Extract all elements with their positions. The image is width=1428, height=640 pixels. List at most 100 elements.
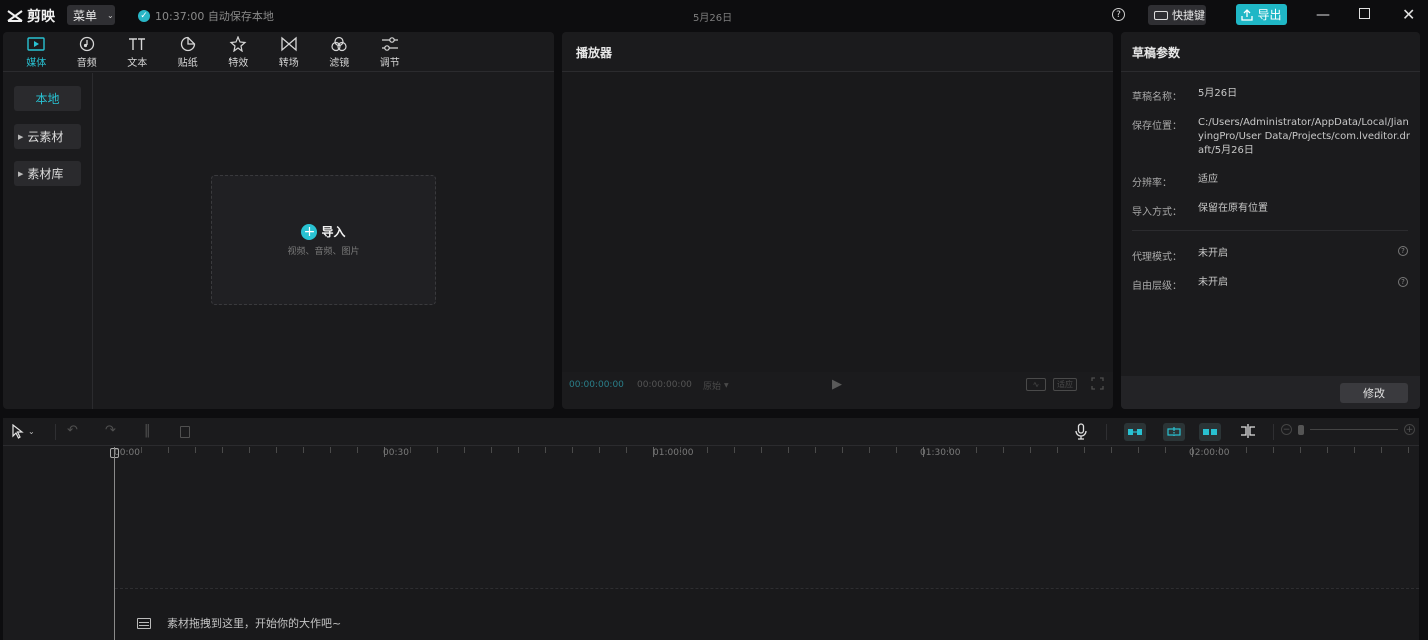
ruler-tick [141,447,142,453]
close-icon[interactable]: ✕ [1402,5,1415,24]
title-bar: 剪映 菜单 ⌄ ✓ 10:37:00 自动保存本地 5月26日 ? 快捷键 导出… [0,0,1428,30]
ruler-tick [1327,447,1328,453]
caret-right-icon: ▶ [18,132,24,141]
waveform-icon[interactable]: ∿ [1026,378,1046,391]
tab-adjust[interactable]: 调节 [365,32,416,72]
effects-icon [229,35,247,52]
export-icon [1241,8,1254,21]
tab-effects[interactable]: 特效 [213,32,264,72]
import-label: 导入 [321,225,346,239]
fullscreen-icon[interactable] [1091,377,1104,390]
ruler-tick [1084,447,1085,453]
audio-icon [79,36,94,51]
shortcut-button[interactable]: 快捷键 [1148,5,1206,25]
draft-name-value: 5月26日 [1198,88,1238,99]
ruler-tick [168,447,169,453]
autosave-status: ✓ 10:37:00 自动保存本地 [138,8,274,24]
tab-media[interactable]: 媒体 [11,32,62,72]
tab-filter[interactable]: 滤镜 [314,32,365,72]
import-button[interactable]: + 导入 [301,223,346,240]
tab-text[interactable]: 文本 [112,32,163,72]
ruler-tick [330,447,331,453]
sticker-icon [180,36,195,51]
fit-button[interactable]: 适应 [1053,378,1077,391]
ruler-tick [788,447,789,453]
tab-audio[interactable]: 音频 [62,32,113,72]
shortcut-label: 快捷键 [1172,9,1205,22]
ruler-tick [195,447,196,453]
menu-label: 菜单 [73,8,98,23]
ruler-tick [464,447,465,453]
play-icon[interactable]: ▶ [832,377,842,392]
tab-transition[interactable]: 转场 [264,32,315,72]
media-sidebar: 本地 ▶ 云素材 ▶ 素材库 [3,73,93,409]
proxy-mode-value: 未开启 [1198,248,1228,259]
help-icon[interactable]: ? [1112,8,1125,21]
filter-icon [331,36,347,51]
sidebar-item-cloud[interactable]: ▶ 云素材 [14,124,81,149]
import-mode-label: 导入方式： [1132,207,1182,218]
sidebar-item-local[interactable]: 本地 [14,86,81,111]
caret-right-icon: ▶ [18,169,24,178]
ruler-tick [599,447,600,453]
ruler-tick [572,447,573,453]
sidebar-item-library[interactable]: ▶ 素材库 [14,161,81,186]
text-icon [129,37,146,50]
ruler-label: 00:30 [383,448,409,458]
player-title: 播放器 [576,46,613,60]
ratio-label: 原始 [703,382,722,392]
ruler-tick [1408,447,1409,453]
ruler-tick [734,447,735,453]
ruler-tick [1273,447,1274,453]
main-track-dropzone[interactable] [115,588,1419,640]
draft-title: 草稿参数 [1132,46,1181,60]
project-name: 5月26日 [693,13,733,24]
media-panel: 媒体 音频 文本 贴纸 特效 转场 滤镜 调节 本地 ▶ 云素材 ▶ 素材库 +… [3,32,554,409]
ruler-label: 01:30:00 [920,448,961,458]
ruler-tick [707,447,708,453]
ruler-tick [626,447,627,453]
ruler-tick [1138,447,1139,453]
tab-label: 文本 [127,57,148,69]
import-dropzone[interactable]: + 导入 视频、音频、图片 [211,175,436,305]
total-timecode: 00:00:00:00 [637,380,692,390]
ruler-tick [1165,447,1166,453]
tab-label: 调节 [379,57,400,69]
save-location-value: C:/Users/Administrator/AppData/Local/Jia… [1198,117,1411,156]
draft-params-panel: 草稿参数 草稿名称： 5月26日 保存位置： C:/Users/Administ… [1121,32,1420,409]
player-panel: 播放器 00:00:00:00 00:00:00:00 原始 ▼ ▶ ∿ 适应 [562,32,1113,409]
save-location-label: 保存位置： [1132,121,1182,132]
keyboard-icon [1154,10,1168,20]
timeline-panel: ⌄ ↶ ↷ ‖ − + 00:00 00:30 01:00:00 01:30:0… [3,418,1419,640]
ruler-tick [491,447,492,453]
resolution-label: 分辨率： [1132,178,1172,189]
app-logo: 剪映 [6,6,55,26]
import-mode-value: 保留在原有位置 [1198,203,1268,214]
help-icon[interactable]: ? [1398,246,1408,256]
video-preview[interactable] [562,72,1113,372]
menu-button[interactable]: 菜单 ⌄ [67,5,115,25]
tab-sticker[interactable]: 贴纸 [163,32,214,72]
proxy-mode-label: 代理模式： [1132,252,1182,263]
minimize-icon[interactable]: — [1316,7,1330,23]
tab-label: 滤镜 [329,57,350,69]
ruler-tick [357,447,358,453]
export-button[interactable]: 导出 [1236,4,1287,25]
help-icon[interactable]: ? [1398,277,1408,287]
free-layer-label: 自由层级： [1132,281,1182,292]
plus-icon: + [301,223,318,240]
maximize-icon[interactable] [1359,8,1370,19]
modify-label: 修改 [1363,387,1385,400]
ruler-tick [1111,447,1112,453]
export-label: 导出 [1257,8,1282,22]
ruler-tick [1030,447,1031,453]
free-layer-value: 未开启 [1198,277,1228,288]
app-name: 剪映 [27,9,55,25]
ruler-tick [410,447,411,453]
ruler-tick [896,447,897,453]
ruler-tick [1354,447,1355,453]
resolution-value: 适应 [1198,174,1218,185]
modify-button[interactable]: 修改 [1340,383,1408,403]
caret-down-icon: ▼ [724,382,729,389]
ratio-dropdown[interactable]: 原始 ▼ [703,379,729,392]
